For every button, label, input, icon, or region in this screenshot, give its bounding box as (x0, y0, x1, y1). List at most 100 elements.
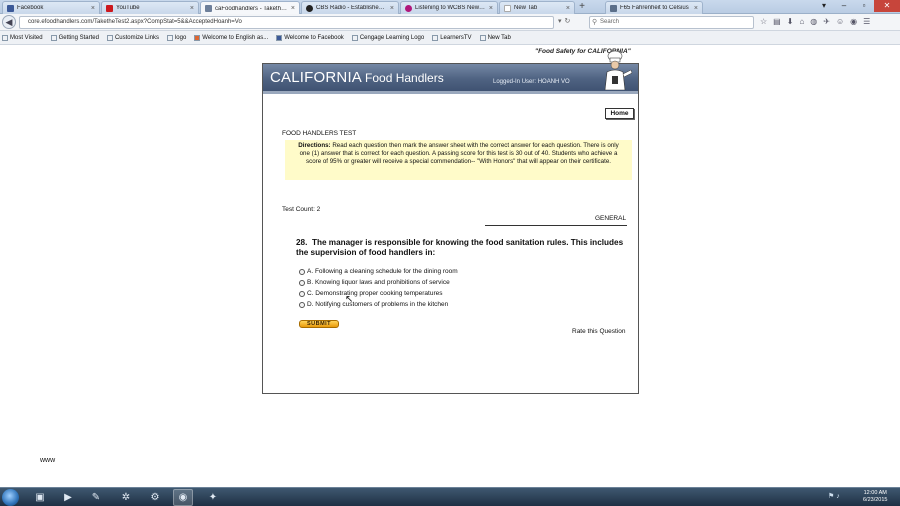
question-body: The manager is responsible for knowing t… (296, 238, 624, 257)
bookmark-label: Getting Started (58, 34, 99, 41)
bookmark-star-icon[interactable]: ☆ (760, 16, 767, 28)
bookmark-getting-started[interactable]: Getting Started (50, 34, 99, 41)
radio-d[interactable] (299, 301, 305, 308)
bookmarks-list-icon[interactable]: ▤ (773, 16, 781, 28)
settings-app-icon[interactable]: ✲ (116, 489, 136, 506)
page-icon (351, 34, 358, 41)
tab-new-tab[interactable]: New Tab × (499, 1, 575, 14)
page-icon (479, 34, 486, 41)
submit-button[interactable]: SUBMIT (299, 320, 339, 328)
paint-app-icon[interactable]: ✦ (203, 489, 223, 506)
category-label: GENERAL (595, 215, 627, 222)
tab-title: Listening to WCBS Newsra... (415, 5, 486, 11)
maximize-icon[interactable]: ▫ (854, 0, 874, 12)
answer-option-c[interactable]: C. Demonstrating proper cooking temperat… (299, 290, 442, 297)
answer-option-a[interactable]: A. Following a cleaning schedule for the… (299, 268, 458, 275)
network-app-icon[interactable]: ⚙ (145, 489, 165, 506)
firefox-icon[interactable]: ◉ (173, 489, 193, 506)
chat-icon[interactable]: ☺ (836, 16, 844, 28)
test-count: Test Count: 2 (282, 206, 321, 213)
skype-icon[interactable]: ◉ (850, 16, 857, 28)
close-icon[interactable]: × (91, 5, 95, 12)
window-close-icon[interactable]: ✕ (874, 0, 900, 12)
logo-food-handlers: Food Handlers (365, 71, 444, 85)
page-icon (205, 5, 212, 12)
category-divider (485, 225, 627, 226)
extension-icon[interactable]: ◍ (810, 16, 817, 28)
file-explorer-icon[interactable]: ▣ (30, 489, 50, 506)
page-icon (166, 34, 173, 41)
radio-b[interactable] (299, 279, 305, 286)
question-text: 28. The manager is responsible for knowi… (296, 238, 631, 257)
close-icon[interactable]: × (489, 5, 493, 12)
page-icon (432, 34, 439, 41)
cbs-icon (306, 4, 313, 12)
tab-title: New Tab (514, 5, 538, 11)
directions-label: Directions: (298, 142, 331, 149)
toolbar-icons: ☆ ▤ ⬇ ⌂ ◍ ✈ ☺ ◉ ☰ (760, 16, 870, 28)
question-number: 28. (296, 238, 308, 247)
url-field[interactable]: core.efoodhandlers.com/TaketheTest2.aspx… (19, 16, 554, 29)
directions-text: Read each question then mark the answer … (299, 142, 619, 165)
radio-a[interactable] (299, 268, 305, 275)
pen-tool-icon[interactable]: ✎ (86, 489, 106, 506)
tab-youtube[interactable]: YouTube × (101, 1, 199, 14)
answer-option-b[interactable]: B. Knowing liquor laws and prohibitions … (299, 279, 450, 286)
addon-icon[interactable]: ✈ (823, 16, 830, 28)
tab-cbs-radio[interactable]: CBS Radio - Established 1928 × (301, 1, 399, 14)
back-arrow-icon[interactable]: ◀ (2, 15, 16, 29)
download-icon[interactable]: ⬇ (787, 16, 794, 28)
bookmark-logo[interactable]: logo (166, 34, 186, 41)
site-logo: CALIFORNIA Food Handlers (270, 69, 444, 86)
reload-icon[interactable]: ↻ (565, 18, 574, 25)
close-icon[interactable]: × (566, 5, 570, 12)
home-icon[interactable]: ⌂ (799, 16, 804, 28)
watermark-text: www (40, 457, 56, 464)
rate-question-link[interactable]: Rate this Question (572, 328, 625, 335)
close-icon[interactable]: × (291, 5, 295, 12)
chef-mascot-icon (604, 50, 633, 90)
tab-fahrenheit[interactable]: F65 Fahrenheit to Celsius × (605, 1, 703, 14)
close-icon[interactable]: × (390, 5, 394, 12)
bookmark-welcome-english[interactable]: Welcome to English as... (194, 34, 268, 41)
header-divider (263, 91, 638, 94)
page-content: "Food Safety for CALIFORNIA" CALIFORNIA F… (0, 45, 900, 487)
bookmark-most-visited[interactable]: Most Visited (2, 34, 43, 41)
facebook-icon (7, 4, 14, 12)
bookmarks-bar: Most Visited Getting Started Customize L… (0, 31, 900, 45)
close-icon[interactable]: × (694, 5, 698, 12)
tab-wcbs[interactable]: Listening to WCBS Newsra... × (400, 1, 498, 14)
speaker-icon[interactable]: ♪ (836, 493, 842, 500)
bookmark-new-tab[interactable]: New Tab (479, 34, 511, 41)
logo-california: CALIFORNIA (270, 69, 363, 86)
start-button[interactable] (2, 489, 19, 506)
radio-icon (405, 4, 412, 12)
mouse-pointer-icon: ↖ (345, 294, 354, 305)
url-tools: ▾↻ (558, 17, 573, 25)
radio-c[interactable] (299, 290, 305, 297)
search-input[interactable]: ⚲ Search (589, 16, 754, 29)
answer-label: A. Following a cleaning schedule for the… (307, 268, 458, 275)
menu-icon[interactable]: ☰ (863, 16, 870, 28)
tab-title: Facebook (17, 5, 44, 11)
clock[interactable]: 12:00 AM 6/23/2015 (863, 490, 887, 504)
tab-facebook[interactable]: Facebook × (2, 1, 100, 14)
answer-option-d[interactable]: D. Notifying customers of problems in th… (299, 301, 448, 308)
bookmark-welcome-facebook[interactable]: Welcome to Facebook (276, 34, 344, 41)
close-icon[interactable]: × (190, 5, 194, 12)
search-icon: ⚲ (592, 19, 598, 26)
navigation-bar: ◀ core.efoodhandlers.com/TaketheTest2.as… (0, 14, 900, 31)
bookmark-learnerstv[interactable]: LearnersTV (432, 34, 472, 41)
taskbar: ▣ ▶ ✎ ✲ ⚙ ◉ ✦ ⚑♪ 12:00 AM 6/23/2015 (0, 487, 900, 506)
list-all-tabs-icon[interactable]: ▾ (814, 0, 834, 12)
bookmark-cengage[interactable]: Cengage Learning Logo (351, 34, 424, 41)
search-placeholder: Search (600, 19, 620, 25)
bookmark-customize-links[interactable]: Customize Links (106, 34, 159, 41)
home-button[interactable]: Home (605, 108, 634, 119)
new-tab-plus-icon[interactable]: + (577, 2, 587, 12)
tab-title: F65 Fahrenheit to Celsius (620, 5, 689, 11)
system-tray: ⚑♪ (828, 492, 842, 500)
minimize-icon[interactable]: – (834, 0, 854, 12)
media-player-icon[interactable]: ▶ (58, 489, 78, 506)
tab-cafoodhandlers[interactable]: caFoodhandlers - TaketheT... × (200, 1, 300, 15)
